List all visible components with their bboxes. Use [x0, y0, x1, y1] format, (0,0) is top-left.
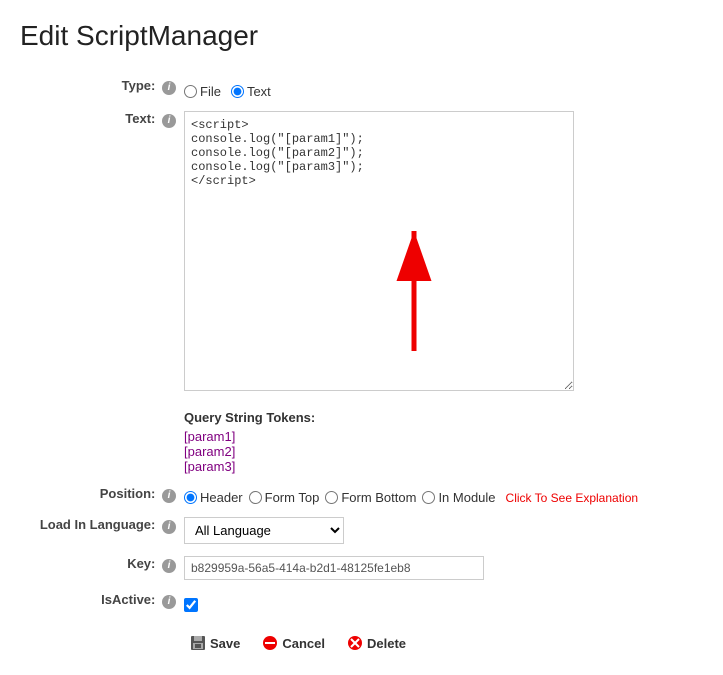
position-inmodule-text: In Module	[438, 490, 495, 505]
type-file-text: File	[200, 84, 221, 99]
language-label: Load In Language:	[40, 517, 156, 532]
position-inmodule-label[interactable]: In Module	[422, 490, 495, 505]
position-header-radio[interactable]	[184, 491, 197, 504]
text-textarea[interactable]: <script> console.log("[param1]"); consol…	[184, 111, 574, 391]
token-param1: [param1]	[184, 429, 689, 444]
text-value-cell: <script> console.log("[param1]"); consol…	[180, 105, 693, 400]
token-param2: [param2]	[184, 444, 689, 459]
language-info-icon[interactable]: i	[162, 520, 176, 534]
delete-label: Delete	[367, 636, 406, 651]
position-header-text: Header	[200, 490, 243, 505]
position-formbottom-label[interactable]: Form Bottom	[325, 490, 416, 505]
position-label-cell: Position: i	[20, 480, 180, 511]
position-value-cell: Header Form Top Form Bottom In Modu	[180, 480, 693, 511]
isactive-label-cell: IsActive: i	[20, 586, 180, 621]
cancel-label: Cancel	[282, 636, 325, 651]
type-row: Type: i File Text	[20, 72, 693, 105]
page-title: Edit ScriptManager	[20, 20, 693, 52]
type-radio-group: File Text	[184, 78, 689, 99]
page-container: Edit ScriptManager Type: i File	[0, 0, 723, 675]
text-label: Text:	[125, 111, 155, 126]
type-file-label[interactable]: File	[184, 84, 221, 99]
position-radio-group: Header Form Top Form Bottom In Modu	[184, 486, 689, 505]
tokens-value-cell: Query String Tokens: [param1] [param2] […	[180, 400, 693, 480]
type-info-icon[interactable]: i	[162, 81, 176, 95]
isactive-info-icon[interactable]: i	[162, 595, 176, 609]
language-row: Load In Language: i All Language English…	[20, 511, 693, 550]
key-row: Key: i	[20, 550, 693, 586]
key-input[interactable]	[184, 556, 484, 580]
isactive-checkbox[interactable]	[184, 598, 198, 612]
text-row: Text: i <script> console.log("[param1]")…	[20, 105, 693, 400]
position-inmodule-radio[interactable]	[422, 491, 435, 504]
tokens-section: Query String Tokens: [param1] [param2] […	[184, 406, 689, 474]
buttons-row: Save Cancel Delete	[20, 631, 693, 655]
type-text-radio[interactable]	[231, 85, 244, 98]
position-formtop-label[interactable]: Form Top	[249, 490, 320, 505]
position-formbottom-text: Form Bottom	[341, 490, 416, 505]
tokens-row: Query String Tokens: [param1] [param2] […	[20, 400, 693, 480]
type-text-label[interactable]: Text	[231, 84, 271, 99]
type-label: Type:	[122, 78, 156, 93]
click-explanation-link[interactable]: Click To See Explanation	[506, 491, 639, 505]
save-label: Save	[210, 636, 240, 651]
key-value-cell	[180, 550, 693, 586]
cancel-icon	[262, 635, 278, 651]
type-label-cell: Type: i	[20, 72, 180, 105]
cancel-button[interactable]: Cancel	[256, 631, 331, 655]
token-param3: [param3]	[184, 459, 689, 474]
isactive-label: IsActive:	[101, 592, 155, 607]
text-label-cell: Text: i	[20, 105, 180, 400]
language-value-cell: All Language English French Spanish	[180, 511, 693, 550]
key-label-cell: Key: i	[20, 550, 180, 586]
type-value-cell: File Text	[180, 72, 693, 105]
language-label-cell: Load In Language: i	[20, 511, 180, 550]
position-row: Position: i Header Form Top	[20, 480, 693, 511]
isactive-value-cell	[180, 586, 693, 621]
key-info-icon[interactable]: i	[162, 559, 176, 573]
save-button[interactable]: Save	[184, 631, 246, 655]
position-info-icon[interactable]: i	[162, 489, 176, 503]
save-icon	[190, 635, 206, 651]
tokens-label-cell	[20, 400, 180, 480]
delete-button[interactable]: Delete	[341, 631, 412, 655]
type-file-radio[interactable]	[184, 85, 197, 98]
type-text-text: Text	[247, 84, 271, 99]
position-formtop-radio[interactable]	[249, 491, 262, 504]
delete-icon	[347, 635, 363, 651]
tokens-heading: Query String Tokens:	[184, 410, 689, 425]
position-formtop-text: Form Top	[265, 490, 320, 505]
key-label: Key:	[127, 556, 155, 571]
position-label: Position:	[100, 486, 156, 501]
isactive-row: IsActive: i	[20, 586, 693, 621]
language-select[interactable]: All Language English French Spanish	[184, 517, 344, 544]
position-formbottom-radio[interactable]	[325, 491, 338, 504]
text-info-icon[interactable]: i	[162, 114, 176, 128]
form-table: Type: i File Text	[20, 72, 693, 621]
position-header-label[interactable]: Header	[184, 490, 243, 505]
